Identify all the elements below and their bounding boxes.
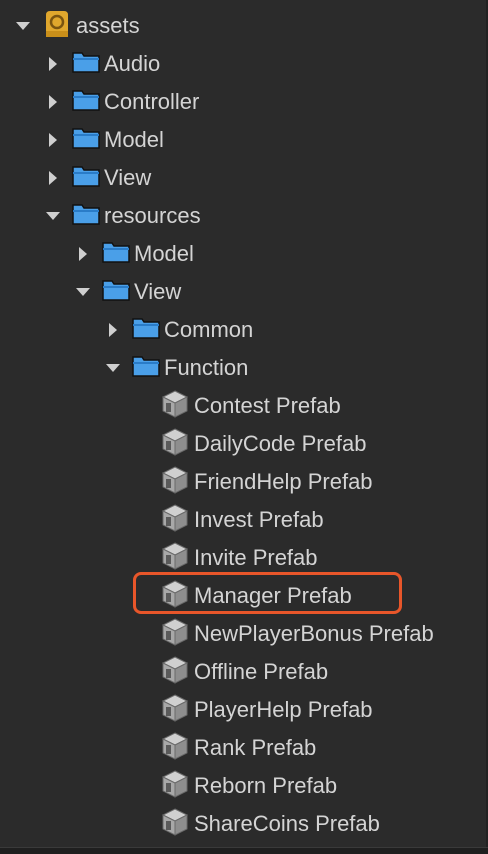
tree-item-contest-prefab[interactable]: Contest Prefab — [0, 387, 486, 425]
prefab-cube-icon — [160, 579, 190, 614]
tree-item-label: Contest Prefab — [194, 393, 341, 418]
tree-item-newplayerbonus-prefab[interactable]: NewPlayerBonus Prefab — [0, 615, 486, 653]
folder-icon — [72, 50, 100, 79]
folder-icon — [72, 88, 100, 117]
tree-item-label: Rank Prefab — [194, 735, 317, 760]
tree-item-common[interactable]: Common — [0, 311, 486, 349]
chevron-right-icon[interactable] — [46, 133, 60, 147]
tree-item-label: Model — [134, 241, 194, 266]
folder-icon — [132, 316, 160, 345]
chevron-right-icon[interactable] — [46, 95, 60, 109]
prefab-cube-icon — [160, 465, 190, 500]
tree-item-manager-prefab[interactable]: Manager Prefab — [0, 577, 486, 615]
tree-item-label: NewPlayerBonus Prefab — [194, 621, 434, 646]
project-root-icon — [42, 9, 72, 44]
tree-item-label: resources — [104, 203, 201, 228]
folder-icon — [72, 126, 100, 155]
tree-item-label: Invest Prefab — [194, 507, 324, 532]
tree-item-label: Offline Prefab — [194, 659, 329, 684]
tree-item-label: Controller — [104, 89, 200, 114]
prefab-cube-icon — [160, 769, 190, 804]
tree-item-label: Audio — [104, 51, 161, 76]
chevron-right-icon[interactable] — [46, 57, 60, 71]
chevron-right-icon[interactable] — [106, 323, 120, 337]
chevron-down-icon[interactable] — [16, 19, 30, 33]
chevron-down-icon[interactable] — [76, 285, 90, 299]
chevron-right-icon[interactable] — [46, 171, 60, 185]
tree-item-resources[interactable]: resources — [0, 197, 486, 235]
tree-item-playerhelp-prefab[interactable]: PlayerHelp Prefab — [0, 691, 486, 729]
prefab-cube-icon — [160, 617, 190, 652]
tree-item-resources-model[interactable]: Model — [0, 235, 486, 273]
folder-icon — [102, 278, 130, 307]
tree-item-audio[interactable]: Audio — [0, 45, 486, 83]
tree-item-label: View — [134, 279, 182, 304]
folder-icon — [102, 240, 130, 269]
prefab-cube-icon — [160, 427, 190, 462]
tree-item-offline-prefab[interactable]: Offline Prefab — [0, 653, 486, 691]
tree-item-resources-view[interactable]: View — [0, 273, 486, 311]
tree-item-view[interactable]: View — [0, 159, 486, 197]
asset-tree-panel: assets Audio Controller Model View resou… — [0, 0, 488, 854]
prefab-cube-icon — [160, 655, 190, 690]
tree-item-label: DailyCode Prefab — [194, 431, 367, 456]
chevron-right-icon[interactable] — [76, 247, 90, 261]
prefab-cube-icon — [160, 389, 190, 424]
tree-item-invest-prefab[interactable]: Invest Prefab — [0, 501, 486, 539]
prefab-cube-icon — [160, 807, 190, 842]
tree-item-function[interactable]: Function — [0, 349, 486, 387]
tree-item-rank-prefab[interactable]: Rank Prefab — [0, 729, 486, 767]
tree-item-label: PlayerHelp Prefab — [194, 697, 373, 722]
tree-item-label: Invite Prefab — [194, 545, 318, 570]
tree-item-label: Common — [164, 317, 254, 342]
tree-item-assets[interactable]: assets — [0, 7, 486, 45]
tree-item-model[interactable]: Model — [0, 121, 486, 159]
tree-item-controller[interactable]: Controller — [0, 83, 486, 121]
tree-item-sharecoins-prefab[interactable]: ShareCoins Prefab — [0, 805, 486, 843]
tree-item-label: Reborn Prefab — [194, 773, 338, 798]
tree-item-invite-prefab[interactable]: Invite Prefab — [0, 539, 486, 577]
bottom-divider — [0, 847, 488, 854]
prefab-cube-icon — [160, 731, 190, 766]
folder-icon — [72, 202, 100, 231]
tree-item-label: View — [104, 165, 152, 190]
tree-item-reborn-prefab[interactable]: Reborn Prefab — [0, 767, 486, 805]
tree-item-friendhelp-prefab[interactable]: FriendHelp Prefab — [0, 463, 486, 501]
tree-item-dailycode-prefab[interactable]: DailyCode Prefab — [0, 425, 486, 463]
chevron-down-icon[interactable] — [106, 361, 120, 375]
prefab-cube-icon — [160, 693, 190, 728]
folder-icon — [132, 354, 160, 383]
tree-item-label: Model — [104, 127, 164, 152]
chevron-down-icon[interactable] — [46, 209, 60, 223]
tree-item-label: Manager Prefab — [194, 583, 352, 608]
tree-item-label: Function — [164, 355, 249, 380]
tree-item-label: ShareCoins Prefab — [194, 811, 380, 836]
tree-item-label: assets — [76, 13, 140, 38]
prefab-cube-icon — [160, 503, 190, 538]
prefab-cube-icon — [160, 541, 190, 576]
tree-item-label: FriendHelp Prefab — [194, 469, 373, 494]
folder-icon — [72, 164, 100, 193]
